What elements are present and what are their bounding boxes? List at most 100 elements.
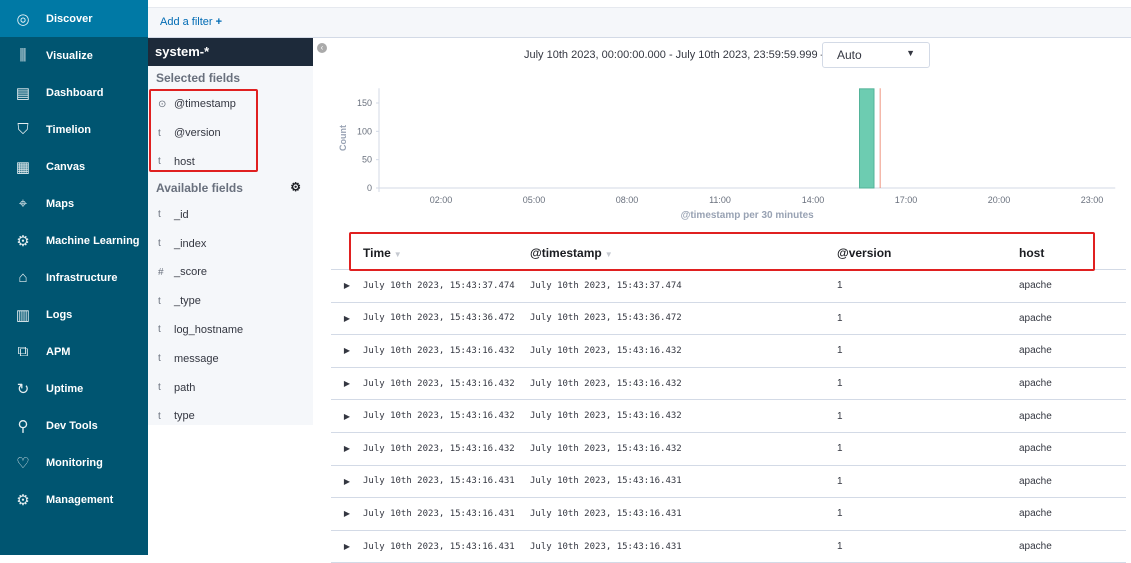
available-fields-list: t _id t _index # _score t _type t log_hostname t me…	[148, 200, 313, 430]
field-name: path	[174, 381, 196, 394]
cell-time: July 10th 2023, 15:43:16.432	[363, 411, 515, 422]
field-type-icon: #	[158, 266, 164, 278]
table-row[interactable]: ▶ July 10th 2023, 15:43:36.472 July 10th…	[331, 303, 1126, 336]
nav-label: Infrastructure	[46, 271, 118, 284]
x-tick-label: 23:00	[1081, 195, 1104, 205]
cell-version: 1	[837, 378, 843, 390]
field-item[interactable]: t message	[148, 344, 313, 373]
nav-item-logs[interactable]: ▥ Logs	[0, 296, 148, 333]
cell-host: apache	[1019, 345, 1052, 357]
cell-version: 1	[837, 345, 843, 357]
table-row[interactable]: ▶ July 10th 2023, 15:43:37.474 July 10th…	[331, 270, 1126, 303]
cell-timestamp: July 10th 2023, 15:43:37.474	[530, 280, 682, 291]
cell-timestamp: July 10th 2023, 15:43:16.432	[530, 378, 682, 389]
table-row[interactable]: ▶ July 10th 2023, 15:43:16.431 July 10th…	[331, 498, 1126, 531]
expand-row-icon[interactable]: ▶	[331, 346, 363, 355]
cell-host: apache	[1019, 541, 1052, 553]
field-name: _type	[174, 295, 201, 308]
expand-row-icon[interactable]: ▶	[331, 412, 363, 421]
cell-host: apache	[1019, 410, 1052, 422]
cell-version: 1	[837, 312, 843, 324]
cell-timestamp: July 10th 2023, 15:43:16.432	[530, 345, 682, 356]
field-type-icon: t	[158, 410, 161, 422]
cell-host: apache	[1019, 378, 1052, 390]
machine-learning-icon: ⚙	[16, 232, 30, 250]
highlight-box	[349, 232, 1095, 271]
table-row[interactable]: ▶ July 10th 2023, 15:43:16.431 July 10th…	[331, 531, 1126, 563]
field-name: log_hostname	[174, 323, 244, 336]
nav-label: Monitoring	[46, 456, 103, 469]
field-name: message	[174, 352, 219, 365]
field-type-icon: t	[158, 238, 161, 250]
field-item[interactable]: t _type	[148, 287, 313, 316]
field-item[interactable]: t log_hostname	[148, 316, 313, 345]
wrench-icon: ⚲	[17, 417, 29, 435]
field-item[interactable]: # _score	[148, 258, 313, 287]
cell-version: 1	[837, 475, 843, 487]
uptime-icon: ↻	[16, 380, 30, 398]
cell-version: 1	[837, 508, 843, 520]
nav-label: Uptime	[46, 382, 84, 395]
nav-label: APM	[46, 345, 71, 358]
x-axis-title: @timestamp per 30 minutes	[681, 210, 815, 221]
cell-version: 1	[837, 410, 843, 422]
y-tick-label: 150	[357, 98, 372, 108]
expand-row-icon[interactable]: ▶	[331, 444, 363, 453]
table-row[interactable]: ▶ July 10th 2023, 15:43:16.431 July 10th…	[331, 466, 1126, 499]
cell-timestamp: July 10th 2023, 15:43:16.431	[530, 476, 682, 487]
x-tick-label: 02:00	[430, 195, 453, 205]
infrastructure-icon: ⌂	[18, 269, 28, 286]
cell-host: apache	[1019, 508, 1052, 520]
gear-icon: ⚙	[16, 491, 30, 509]
field-item[interactable]: t path	[148, 373, 313, 402]
table-row[interactable]: ▶ July 10th 2023, 15:43:16.432 July 10th…	[331, 400, 1126, 433]
field-item[interactable]: t type	[148, 402, 313, 431]
x-tick-label: 08:00	[616, 195, 639, 205]
nav-item-monitoring[interactable]: ♡ Monitoring	[0, 444, 148, 481]
nav-label: Logs	[46, 308, 73, 321]
nav-item-management[interactable]: ⚙ Management	[0, 481, 148, 518]
y-tick-label: 50	[362, 155, 372, 165]
heartbeat-icon: ♡	[16, 454, 30, 472]
nav-item-uptime[interactable]: ↻ Uptime	[0, 370, 148, 407]
field-name: type	[174, 410, 195, 423]
nav-item-dev-tools[interactable]: ⚲ Dev Tools	[0, 407, 148, 444]
x-tick-label: 14:00	[802, 195, 825, 205]
expand-row-icon[interactable]: ▶	[331, 509, 363, 518]
field-type-icon: t	[158, 353, 161, 365]
y-axis-title: Count	[338, 125, 348, 151]
expand-row-icon[interactable]: ▶	[331, 477, 363, 486]
nav-label: Management	[46, 493, 114, 506]
cell-timestamp: July 10th 2023, 15:43:16.432	[530, 443, 682, 454]
cell-host: apache	[1019, 312, 1052, 324]
expand-row-icon[interactable]: ▶	[331, 379, 363, 388]
logs-icon: ▥	[15, 306, 31, 324]
cell-timestamp: July 10th 2023, 15:43:16.431	[530, 508, 682, 519]
cell-time: July 10th 2023, 15:43:16.431	[363, 508, 515, 519]
y-tick-label: 100	[357, 126, 372, 136]
table-row[interactable]: ▶ July 10th 2023, 15:43:16.432 July 10th…	[331, 368, 1126, 401]
x-tick-label: 05:00	[523, 195, 546, 205]
table-body: ▶ July 10th 2023, 15:43:37.474 July 10th…	[331, 270, 1126, 563]
cell-version: 1	[837, 280, 843, 292]
expand-row-icon[interactable]: ▶	[331, 314, 363, 323]
histogram-bar	[859, 88, 875, 189]
cell-timestamp: July 10th 2023, 15:43:16.431	[530, 541, 682, 552]
cell-time: July 10th 2023, 15:43:16.432	[363, 443, 515, 454]
cell-version: 1	[837, 541, 843, 553]
nav-label: Machine Learning	[46, 234, 140, 247]
nav-item-infrastructure[interactable]: ⌂ Infrastructure	[0, 259, 148, 296]
field-name: _score	[174, 266, 208, 279]
expand-row-icon[interactable]: ▶	[331, 281, 363, 290]
y-tick-label: 0	[367, 183, 372, 193]
nav-label: Dev Tools	[46, 419, 98, 432]
field-item[interactable]: t _index	[148, 229, 313, 258]
table-row[interactable]: ▶ July 10th 2023, 15:43:16.432 July 10th…	[331, 433, 1126, 466]
table-row[interactable]: ▶ July 10th 2023, 15:43:16.432 July 10th…	[331, 335, 1126, 368]
expand-row-icon[interactable]: ▶	[331, 542, 363, 551]
x-tick-label: 11:00	[709, 195, 731, 205]
nav-item-apm[interactable]: ⧉ APM	[0, 333, 148, 370]
cell-time: July 10th 2023, 15:43:36.472	[363, 313, 515, 324]
cell-time: July 10th 2023, 15:43:16.432	[363, 378, 515, 389]
cell-timestamp: July 10th 2023, 15:43:16.432	[530, 411, 682, 422]
